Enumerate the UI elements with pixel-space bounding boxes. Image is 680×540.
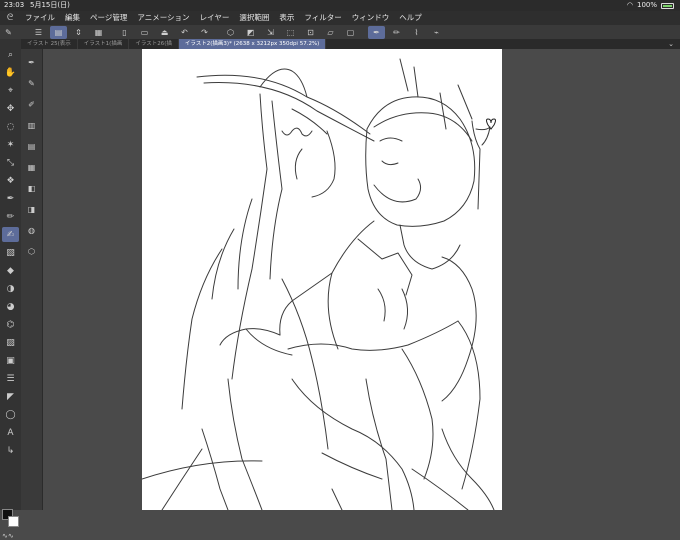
status-date: 5月15日(日) [30, 1, 70, 9]
tab-illust-2-active[interactable]: イラスト2(描画3)* (2638 x 3212px 350dpi 57.2%) [178, 39, 327, 49]
fill-tool-icon[interactable]: ◕ [2, 299, 19, 314]
pen-tool-icon[interactable]: ✒ [2, 191, 19, 206]
menu-animation[interactable]: アニメーション [132, 11, 194, 25]
status-time: 23:03 [4, 1, 25, 9]
text-tool-icon[interactable]: A [2, 425, 19, 440]
magic-wand-icon[interactable]: ✶ [2, 137, 19, 152]
subtool-add-icon[interactable]: ◍ [23, 223, 40, 238]
menu-edit[interactable]: 編集 [60, 11, 85, 25]
decoration-icon[interactable]: ⌬ [2, 317, 19, 332]
tab-illust-25[interactable]: イラスト 25(表示 [21, 39, 78, 49]
stepper-icon[interactable]: ⇕ [70, 26, 87, 39]
operation-icon[interactable]: ⌖ [2, 83, 19, 98]
correct-line-icon[interactable]: ↳ [2, 443, 19, 458]
stroke-preview-icon[interactable]: ∿∿ [2, 532, 14, 540]
subtool-pen-icon[interactable]: ✒ [23, 55, 40, 70]
subtool-panel-icon[interactable]: ▥ [23, 118, 40, 133]
tab-illust-26[interactable]: イラスト26(描 [129, 39, 179, 49]
frame-icon[interactable]: ☰ [2, 371, 19, 386]
menu-help[interactable]: ヘルプ [394, 11, 427, 25]
eraser-icon[interactable]: ◆ [2, 263, 19, 278]
color-picker-icon[interactable]: ✎ [0, 26, 17, 39]
drawing-canvas[interactable] [142, 49, 502, 510]
clear-icon[interactable]: ⬚ [282, 26, 299, 39]
subtool-texture-icon[interactable]: ▦ [23, 160, 40, 175]
menu-page[interactable]: ページ管理 [85, 11, 132, 25]
menu-icon[interactable]: ☰ [30, 26, 47, 39]
new-icon[interactable]: ▯ [116, 26, 133, 39]
background-color[interactable] [8, 516, 19, 527]
cut-icon[interactable]: ⬡ [222, 26, 239, 39]
tab-illust-1[interactable]: イラスト1(描画 [78, 39, 130, 49]
subtool-brush-icon[interactable]: ▤ [23, 139, 40, 154]
pencil-icon[interactable]: ✏ [388, 26, 405, 39]
ios-status-bar: 23:03 5月15日(日) ◠ 100% [0, 0, 680, 11]
subtool-marker-icon[interactable]: ✐ [23, 97, 40, 112]
transform-icon[interactable]: ⇲ [262, 26, 279, 39]
canvas-tabs: イラスト 25(表示 イラスト1(描画 イラスト26(描 イラスト2(描画3)*… [21, 39, 680, 49]
brush-icon[interactable]: ⌇ [408, 26, 425, 39]
wifi-icon: ◠ [626, 1, 633, 9]
menu-selection[interactable]: 選択範囲 [234, 11, 274, 25]
ruler-tool-icon[interactable]: ◤ [2, 389, 19, 404]
gradient-icon[interactable]: ▨ [2, 335, 19, 350]
blend-icon[interactable]: ◑ [2, 281, 19, 296]
lasso-icon[interactable]: ◌ [2, 119, 19, 134]
eyedropper-icon[interactable]: ⤡ [2, 155, 19, 170]
open-icon[interactable]: ▭ [136, 26, 153, 39]
pattern-icon[interactable]: ❖ [2, 173, 19, 188]
smooth-icon[interactable]: ▱ [322, 26, 339, 39]
pencil-tool-icon[interactable]: ✏ [2, 209, 19, 224]
menu-filter[interactable]: フィルター [299, 11, 346, 25]
hand-icon[interactable]: ✋ [2, 65, 19, 80]
menu-view[interactable]: 表示 [274, 11, 299, 25]
ruler-icon[interactable]: ⌁ [428, 26, 445, 39]
balloon-icon[interactable]: ◯ [2, 407, 19, 422]
command-bar: ✎ ☰ ▤ ⇕ ▦ ▯ ▭ ⏏ ↶ ↷ ⬡ ◩ ⇲ ⬚ ⊡ ▱ ▢ ✒ ✏ ⌇ … [0, 25, 680, 39]
subtool-ink-icon[interactable]: ✎ [23, 76, 40, 91]
subtool-watercolor-icon[interactable]: ◧ [23, 181, 40, 196]
move-icon[interactable]: ✥ [2, 101, 19, 116]
menu-layer[interactable]: レイヤー [195, 11, 235, 25]
tool-palette: ⌕ ✋ ⌖ ✥ ◌ ✶ ⤡ ❖ ✒ ✏ ✍ ▧ ◆ ◑ ◕ ⌬ ▨ ▣ ☰ ◤ … [0, 39, 21, 540]
app-logo-icon[interactable]: ᘓ [0, 11, 20, 25]
pen-icon[interactable]: ✒ [368, 25, 385, 39]
zoom-icon[interactable]: ⌕ [2, 47, 19, 62]
color-swatch[interactable] [2, 509, 19, 529]
undo-icon[interactable]: ↶ [176, 26, 193, 39]
save-icon[interactable]: ⏏ [156, 26, 173, 39]
sketch-artwork [142, 58, 496, 510]
menu-bar: ᘓ ファイル 編集 ページ管理 アニメーション レイヤー 選択範囲 表示 フィル… [0, 11, 680, 25]
figure-icon[interactable]: ▣ [2, 353, 19, 368]
crop-icon[interactable]: ⊡ [302, 26, 319, 39]
menu-window[interactable]: ウィンドウ [347, 11, 395, 25]
menu-file[interactable]: ファイル [20, 11, 60, 25]
layer-icon[interactable]: ▤ [50, 25, 67, 39]
deselect-icon[interactable]: ▢ [342, 26, 359, 39]
redo-icon[interactable]: ↷ [196, 26, 213, 39]
battery-percent: 100% [636, 1, 657, 9]
chevron-down-icon[interactable]: ⌄ [662, 39, 680, 49]
brush-tool-icon[interactable]: ✍ [2, 227, 19, 242]
sub-tool-palette: ✒ ✎ ✐ ▥ ▤ ▦ ◧ ◨ ◍ ⬡ [21, 49, 43, 510]
subtool-layer-icon[interactable]: ⬡ [23, 244, 40, 259]
airbrush-icon[interactable]: ▧ [2, 245, 19, 260]
battery-icon [661, 2, 674, 9]
fill-icon[interactable]: ◩ [242, 26, 259, 39]
subtool-material-icon[interactable]: ◨ [23, 202, 40, 217]
heart-doodle [486, 118, 496, 130]
grid-icon[interactable]: ▦ [90, 26, 107, 39]
